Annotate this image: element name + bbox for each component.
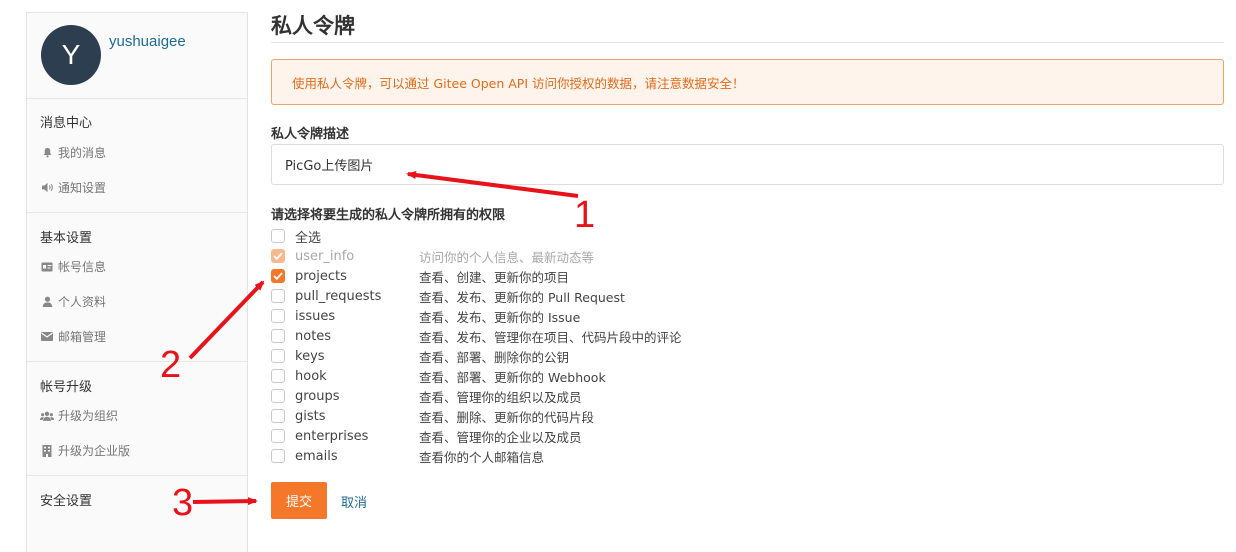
sidebar-item-label: 升级为组织 <box>58 409 119 423</box>
permission-row-groups: groups 查看、管理你的组织以及成员 <box>271 386 682 406</box>
permission-checkbox-hook[interactable] <box>271 369 285 383</box>
sidebar-item-label: 升级为企业版 <box>58 444 131 458</box>
permission-row-user_info: user_info 访问你的个人信息、最新动态等 <box>271 246 682 266</box>
avatar[interactable]: Y <box>41 25 101 85</box>
alert-text: 使用私人令牌，可以通过 Gitee Open API 访问你授权的数据，请注意数… <box>292 75 745 91</box>
permission-description: 查看、创建、更新你的项目 <box>419 269 570 285</box>
permission-description: 查看、部署、更新你的 Webhook <box>419 369 606 385</box>
sidebar-item-label: 邮箱管理 <box>58 330 107 344</box>
sidebar-item-email-management[interactable]: 邮箱管理 <box>27 319 247 354</box>
permission-row-gists: gists 查看、删除、更新你的代码片段 <box>271 406 682 426</box>
permission-name: emails <box>295 448 338 464</box>
menu-heading-messages: 消息中心 <box>40 116 93 131</box>
select-all-label: 全选 <box>295 230 322 246</box>
sidebar-item-upgrade-organization[interactable]: 升级为组织 <box>27 398 247 433</box>
menu-heading-upgrade: 帐号升级 <box>40 380 93 395</box>
profile-card: Y yushuaigee <box>27 13 247 99</box>
sidebar-item-account-info[interactable]: 帐号信息 <box>27 249 247 284</box>
permission-row-pull_requests: pull_requests 查看、发布、更新你的 Pull Request <box>271 286 682 306</box>
menu-group-upgrade: 帐号升级 升级为组织 升级为企业版 <box>27 362 247 476</box>
permission-name: notes <box>295 328 332 344</box>
permission-name: keys <box>295 348 325 364</box>
menu-group-messages: 消息中心 我的消息 通知设置 <box>27 99 247 213</box>
cancel-link[interactable]: 取消 <box>341 492 367 511</box>
submit-button[interactable]: 提交 <box>271 482 327 519</box>
permission-checkbox-pull_requests[interactable] <box>271 289 285 303</box>
sidebar-item-my-messages[interactable]: 我的消息 <box>27 135 247 170</box>
description-label: 私人令牌描述 <box>271 127 350 142</box>
permission-checkbox-emails[interactable] <box>271 449 285 463</box>
sidebar-item-notification-settings[interactable]: 通知设置 <box>27 170 247 205</box>
annotation-2: 2 <box>160 344 182 386</box>
permission-row-hook: hook 查看、部署、更新你的 Webhook <box>271 366 682 386</box>
permission-description: 查看、发布、更新你的 Issue <box>419 309 581 325</box>
select-all-checkbox[interactable] <box>271 229 285 243</box>
sidebar-item-upgrade-enterprise[interactable]: 升级为企业版 <box>27 433 247 468</box>
user-icon <box>40 296 54 307</box>
permission-checkbox-issues[interactable] <box>271 309 285 323</box>
permission-name: gists <box>295 408 326 424</box>
envelope-icon <box>40 332 54 341</box>
annotation-3: 3 <box>172 482 194 524</box>
page-title: 私人令牌 <box>271 14 355 38</box>
permission-checkbox-gists[interactable] <box>271 409 285 423</box>
permission-checkbox-user_info <box>271 249 285 263</box>
sidebar-item-label: 通知设置 <box>58 181 107 195</box>
bell-icon <box>40 147 54 158</box>
menu-group-security: 安全设置 <box>27 476 247 519</box>
permission-name: groups <box>295 388 340 404</box>
menu-heading-security: 安全设置 <box>40 494 93 509</box>
menu-heading-basic: 基本设置 <box>40 231 93 246</box>
permission-checkbox-enterprises[interactable] <box>271 429 285 443</box>
sidebar-item-label: 个人资料 <box>58 295 107 309</box>
permission-description: 查看、删除、更新你的代码片段 <box>419 409 595 425</box>
permission-name: projects <box>295 268 347 284</box>
permission-description: 查看、发布、更新你的 Pull Request <box>419 289 625 305</box>
users-icon <box>40 411 54 421</box>
permission-description: 查看、发布、管理你在项目、代码片段中的评论 <box>419 329 682 345</box>
permission-name: issues <box>295 308 336 324</box>
token-description-input[interactable] <box>271 144 1224 185</box>
username-link[interactable]: yushuaigee <box>109 33 186 50</box>
permission-row-notes: notes 查看、发布、管理你在项目、代码片段中的评论 <box>271 326 682 346</box>
permission-name: hook <box>295 368 327 384</box>
permission-checkbox-keys[interactable] <box>271 349 285 363</box>
permission-description: 查看、管理你的组织以及成员 <box>419 389 582 405</box>
permission-row-issues: issues 查看、发布、更新你的 Issue <box>271 306 682 326</box>
permission-checkbox-groups[interactable] <box>271 389 285 403</box>
permission-row-emails: emails 查看你的个人邮箱信息 <box>271 446 682 466</box>
security-alert: 使用私人令牌，可以通过 Gitee Open API 访问你授权的数据，请注意数… <box>271 59 1224 105</box>
select-all-row: 全选 <box>271 226 682 246</box>
sidebar-item-label: 帐号信息 <box>58 260 107 274</box>
annotation-1: 1 <box>574 194 596 236</box>
menu-group-basic: 基本设置 帐号信息 个人资料 邮箱管理 <box>27 213 247 362</box>
permission-description: 查看、管理你的企业以及成员 <box>419 429 582 445</box>
sidebar: Y yushuaigee 消息中心 我的消息 通知设置 基本设置 帐号信息 个人… <box>26 12 248 552</box>
sidebar-item-profile[interactable]: 个人资料 <box>27 284 247 319</box>
permission-row-enterprises: enterprises 查看、管理你的企业以及成员 <box>271 426 682 446</box>
permissions-label: 请选择将要生成的私人令牌所拥有的权限 <box>271 208 506 223</box>
permission-description: 查看、部署、删除你的公钥 <box>419 349 570 365</box>
permission-list: 全选 user_info 访问你的个人信息、最新动态等 projects 查看、创建、… <box>271 226 682 466</box>
title-divider <box>271 42 1224 43</box>
permission-checkbox-projects[interactable] <box>271 269 285 283</box>
sidebar-item-label: 我的消息 <box>58 146 107 160</box>
permission-name: enterprises <box>295 428 369 444</box>
id-card-icon <box>40 262 54 272</box>
permission-name: pull_requests <box>295 288 382 304</box>
building-icon <box>40 444 54 457</box>
volume-icon <box>40 182 54 193</box>
permission-row-projects: projects 查看、创建、更新你的项目 <box>271 266 682 286</box>
permission-name: user_info <box>295 248 355 264</box>
permission-row-keys: keys 查看、部署、删除你的公钥 <box>271 346 682 366</box>
permission-description: 访问你的个人信息、最新动态等 <box>419 249 595 265</box>
permission-description: 查看你的个人邮箱信息 <box>419 449 545 465</box>
permission-checkbox-notes[interactable] <box>271 329 285 343</box>
